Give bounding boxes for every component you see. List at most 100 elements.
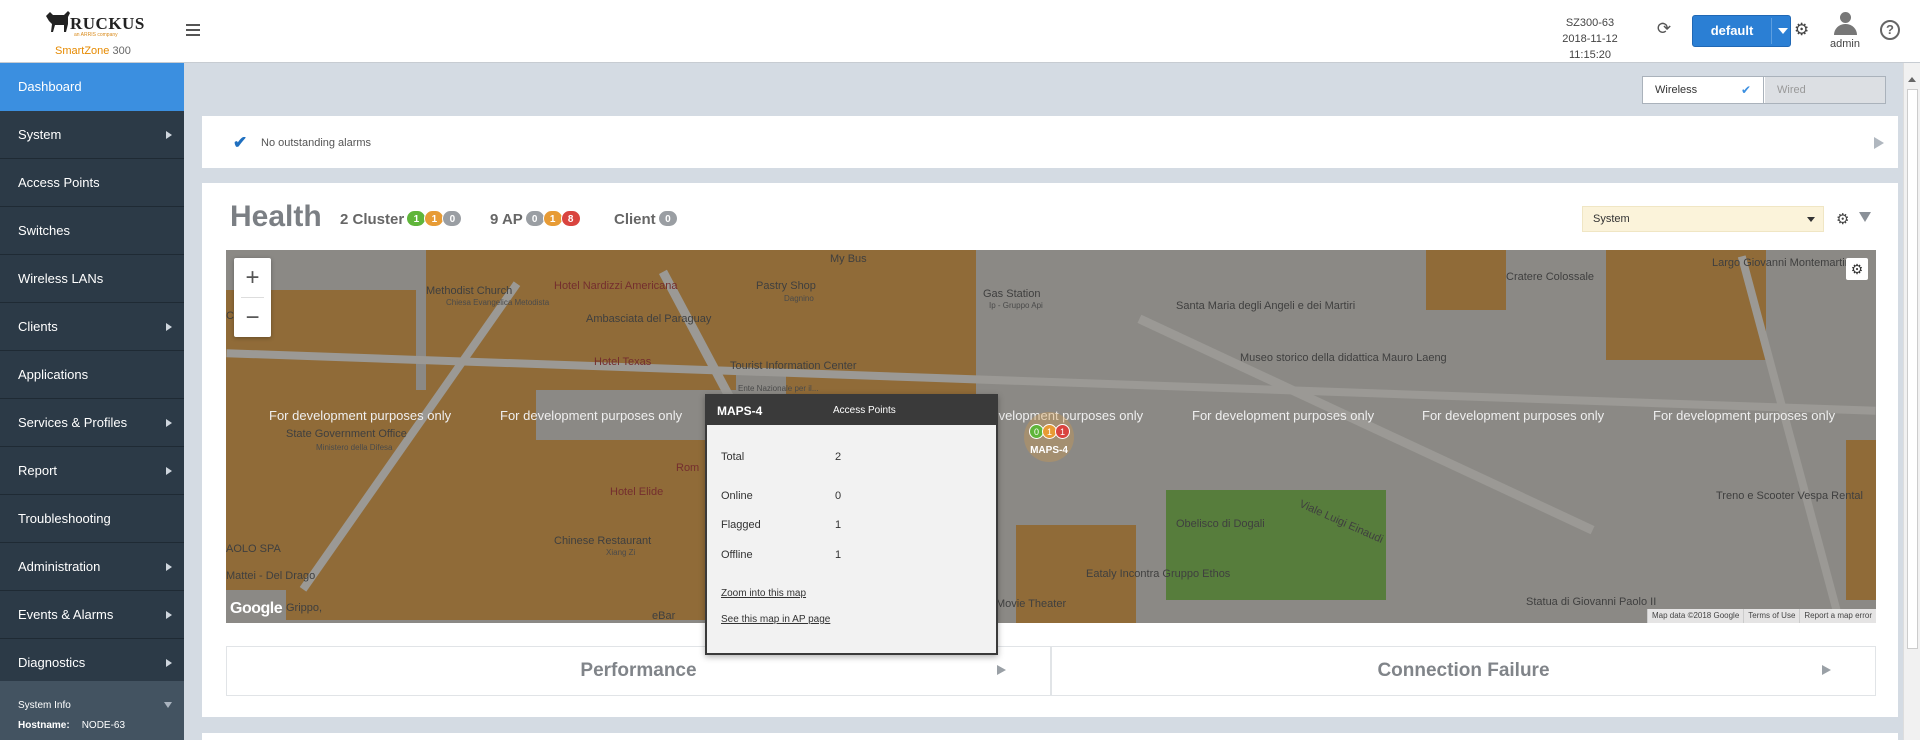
sidebar-nav: Dashboard System Access Points Switches … — [0, 63, 184, 740]
health-panel: Health 2 Cluster 110 9 AP 018 Client 0 S… — [202, 183, 1898, 717]
popup-row-total: Total 2 — [721, 451, 841, 463]
see-map-in-ap-page-link[interactable]: See this map in AP page — [721, 614, 830, 625]
sidebar-item-administration[interactable]: Administration — [0, 543, 184, 591]
zoom-out-button[interactable]: − — [234, 298, 271, 337]
sidebar-item-services-profiles[interactable]: Services & Profiles — [0, 399, 184, 447]
alarms-bar: ✔ No outstanding alarms — [202, 116, 1898, 168]
popup-category: Access Points — [833, 405, 896, 416]
sidebar-item-label: Diagnostics — [18, 655, 86, 670]
refresh-icon[interactable]: ⟳ — [1655, 20, 1673, 38]
cluster-label: 2 Cluster — [340, 211, 405, 228]
check-icon: ✔ — [233, 133, 248, 152]
ruckus-logo[interactable]: RUCKUS an ARRIS company SmartZone 300 — [40, 6, 150, 57]
ap-summary[interactable]: 9 AP 018 — [490, 210, 581, 228]
popup-row-value: 1 — [835, 519, 842, 531]
cluster-offline-badge: 0 — [442, 210, 463, 227]
ap-online-badge: 0 — [524, 210, 545, 227]
chevron-right-icon — [166, 611, 172, 619]
map-view[interactable]: My Bus Methodist Church Chiesa Evangelic… — [226, 250, 1876, 623]
sidebar-item-access-points[interactable]: Access Points — [0, 159, 184, 207]
sidebar-item-troubleshooting[interactable]: Troubleshooting — [0, 495, 184, 543]
sidebar-item-label: Dashboard — [18, 79, 82, 94]
map-settings-gear-icon[interactable]: ⚙ — [1846, 258, 1868, 280]
sidebar-item-dashboard[interactable]: Dashboard — [0, 63, 184, 111]
zoom-in-button[interactable]: + — [234, 258, 271, 297]
sidebar-item-wireless-lans[interactable]: Wireless LANs — [0, 255, 184, 303]
map-watermark: For development purposes only — [1192, 408, 1375, 423]
ap-flagged-badge: 1 — [542, 210, 563, 227]
scroll-thumb[interactable] — [1907, 89, 1918, 649]
sidebar-item-switches[interactable]: Switches — [0, 207, 184, 255]
sidebar-item-label: System — [18, 127, 62, 142]
page-scrollbar[interactable] — [1903, 63, 1920, 740]
popup-header: MAPS-4 Access Points — [707, 396, 996, 425]
expand-right-icon[interactable] — [1874, 137, 1884, 149]
popup-title: MAPS-4 — [717, 404, 763, 418]
hostname-label: Hostname: — [18, 720, 70, 731]
product-name: SmartZone 300 — [55, 45, 131, 57]
sidebar-item-label: Report — [18, 463, 58, 478]
chevron-right-icon — [166, 659, 172, 667]
zoom-into-map-link[interactable]: Zoom into this map — [721, 588, 806, 599]
scope-select-value: System — [1593, 213, 1630, 225]
cluster-flagged-badge: 1 — [424, 210, 445, 227]
panel-collapse-icon[interactable] — [1859, 212, 1871, 222]
hostname-value: NODE-63 — [81, 720, 126, 731]
sidebar-item-report[interactable]: Report — [0, 447, 184, 495]
sidebar-item-label: Applications — [18, 367, 89, 382]
popup-row-label: Flagged — [721, 519, 761, 531]
system-info-title: System Info — [18, 700, 71, 711]
sidebar-item-label: Services & Profiles — [18, 415, 128, 430]
marker-offline-badge: 1 — [1055, 424, 1070, 439]
domain-divider — [1771, 18, 1772, 44]
connection-failure-widget[interactable]: Connection Failure — [1051, 646, 1876, 696]
popup-row-value: 1 — [835, 549, 842, 561]
map-cluster-marker[interactable]: 0 1 1 MAPS-4 — [1014, 412, 1084, 464]
system-name: SZ300-63 — [1565, 17, 1615, 29]
sidebar-item-label: Wireless LANs — [18, 271, 104, 286]
scroll-up-icon[interactable] — [1908, 77, 1916, 82]
expand-right-icon[interactable] — [997, 665, 1006, 675]
user-menu[interactable]: admin — [1822, 12, 1868, 50]
sidebar-item-diagnostics[interactable]: Diagnostics — [0, 639, 184, 687]
client-badge: 0 — [657, 210, 678, 227]
toggle-wireless-label: Wireless — [1655, 84, 1698, 96]
sidebar-item-label: Switches — [18, 223, 71, 238]
map-watermark: For development purposes only — [1653, 408, 1836, 423]
terms-link[interactable]: Terms of Use — [1743, 609, 1799, 623]
settings-gear-icon[interactable]: ⚙ — [1794, 20, 1809, 40]
connection-failure-title: Connection Failure — [1377, 660, 1550, 681]
report-error-link[interactable]: Report a map error — [1799, 609, 1876, 623]
map-popup: MAPS-4 Access Points Total 2 Online 0 Flag… — [705, 394, 998, 655]
popup-row-online: Online 0 — [721, 490, 841, 502]
ap-label: 9 AP — [490, 211, 523, 228]
scope-select[interactable]: System — [1582, 206, 1824, 232]
google-logo[interactable]: Google — [230, 600, 283, 618]
toggle-wired-label: Wired — [1777, 84, 1806, 96]
collapse-down-icon[interactable] — [164, 702, 172, 708]
sidebar-item-clients[interactable]: Clients — [0, 303, 184, 351]
sidebar-item-events-alarms[interactable]: Events & Alarms — [0, 591, 184, 639]
domain-label: default — [1710, 23, 1754, 38]
client-label: Client — [614, 211, 656, 228]
cluster-online-badge: 1 — [406, 210, 427, 227]
map-zoom-control: + − — [234, 258, 271, 337]
map-watermark: For development purposes only — [1422, 408, 1605, 423]
menu-toggle-icon[interactable] — [186, 24, 200, 36]
sidebar-item-label: Access Points — [18, 175, 100, 190]
cluster-summary[interactable]: 2 Cluster 110 — [340, 210, 463, 228]
brand-name: RUCKUS — [70, 14, 145, 33]
product-label: SmartZone — [55, 45, 110, 57]
panel-gear-icon[interactable]: ⚙ — [1836, 210, 1849, 228]
toggle-wired[interactable]: Wired — [1765, 77, 1885, 103]
sidebar-item-applications[interactable]: Applications — [0, 351, 184, 399]
expand-right-icon[interactable] — [1822, 665, 1831, 675]
client-summary[interactable]: Client 0 — [614, 210, 678, 228]
top-header: RUCKUS an ARRIS company SmartZone 300 SZ… — [0, 0, 1920, 63]
sidebar-item-label: Clients — [18, 319, 58, 334]
domain-select-button[interactable]: default — [1692, 15, 1791, 47]
toggle-wireless[interactable]: Wireless ✔ — [1643, 77, 1764, 103]
help-icon[interactable]: ? — [1880, 20, 1900, 40]
sidebar-item-label: Troubleshooting — [18, 511, 111, 526]
sidebar-item-system[interactable]: System — [0, 111, 184, 159]
